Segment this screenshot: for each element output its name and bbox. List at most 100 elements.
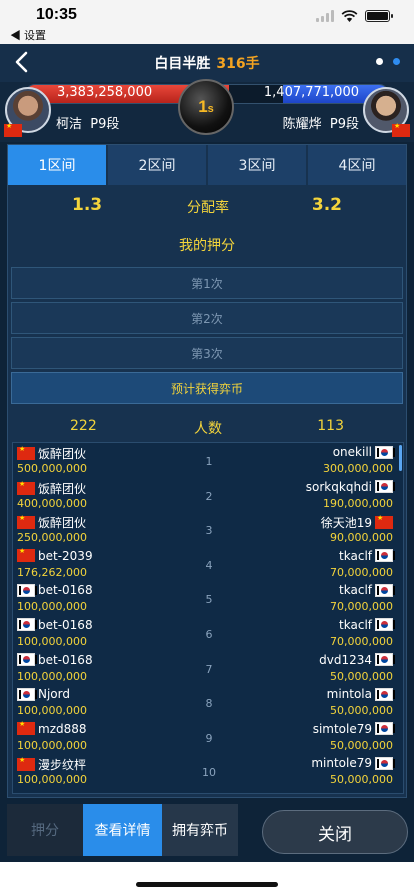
tab-range-3[interactable]: 3区间 xyxy=(208,145,306,185)
list-item: mzd888100,000,0009simtole7950,000,000 xyxy=(13,720,403,755)
right-count: 113 xyxy=(317,418,344,434)
list-item: 漫步纹枰100,000,00010mintole7950,000,000 xyxy=(13,754,403,789)
right-bettor-amount: 50,000,000 xyxy=(330,704,393,718)
left-player-rank: P9段 xyxy=(90,117,120,132)
signal-icon xyxy=(316,10,334,22)
right-bettor: mintola xyxy=(326,687,395,702)
right-bettor: tkaclf xyxy=(339,583,395,598)
bet-slot-1[interactable]: 第1次 xyxy=(11,267,403,299)
left-player-name-text: 柯洁 xyxy=(56,117,83,132)
list-item: bet-0168 100,000,000 5 tkaclf 70,000,000 xyxy=(13,581,403,616)
right-bettor: simtole79 xyxy=(312,721,395,736)
home-area xyxy=(0,862,414,896)
korea-flag-icon xyxy=(375,756,395,770)
page-dot-active[interactable] xyxy=(393,58,400,65)
bet-button[interactable]: 押分 xyxy=(7,804,83,856)
range-tabs: 1区间 2区间 3区间 4区间 xyxy=(8,145,406,185)
timer-value: 1 xyxy=(198,97,208,116)
right-bettor-name: dvd1234 xyxy=(319,652,372,667)
right-bettor: tkaclf xyxy=(339,548,395,563)
china-flag-icon xyxy=(375,514,393,530)
right-bettor-amount: 50,000,000 xyxy=(330,738,393,752)
right-bettor-amount: 50,000,000 xyxy=(330,773,393,787)
right-total-bet: 1,407,771,000 xyxy=(263,85,359,100)
right-bettor-amount: 50,000,000 xyxy=(330,669,393,683)
list-item: 饭醉团伙250,000,0003徐天池1990,000,000 xyxy=(13,512,403,547)
right-player-rank: P9段 xyxy=(329,117,359,132)
right-bettor: mintole79 xyxy=(311,756,395,771)
list-item: Njord 100,000,000 8 mintola 50,000,000 xyxy=(13,685,403,720)
right-rate: 3.2 xyxy=(311,195,342,215)
right-bettor-name: tkaclf xyxy=(339,548,372,563)
right-bettor-name: mintole79 xyxy=(311,756,372,771)
countdown-timer: 1s xyxy=(178,79,234,135)
page-indicator[interactable] xyxy=(376,58,400,65)
status-bar: 10:35 ◀ 设置 xyxy=(0,0,414,44)
distribution-rate-row: 1.3 分配率 3.2 xyxy=(8,185,406,225)
right-bettor-name: mintola xyxy=(326,687,372,702)
right-bettor-amount: 300,000,000 xyxy=(323,462,393,475)
right-player-name: 陈耀烨 P9段 xyxy=(283,113,359,132)
korea-flag-icon xyxy=(375,687,395,701)
korea-flag-icon xyxy=(375,583,395,597)
status-icons xyxy=(316,10,393,22)
right-bettor-amount: 70,000,000 xyxy=(330,565,393,579)
bet-slot-2[interactable]: 第2次 xyxy=(11,302,403,334)
right-bettor-name: 徐天池19 xyxy=(320,516,372,531)
korea-flag-icon xyxy=(375,549,395,563)
wifi-icon xyxy=(341,10,358,22)
right-bettor-name: tkaclf xyxy=(339,583,372,598)
player-count-row: 222 人数 113 xyxy=(8,408,406,444)
right-bettor: 徐天池19 xyxy=(321,514,393,531)
game-header: 白目半胜 316手 xyxy=(0,44,414,82)
right-bettor-name: simtole79 xyxy=(312,721,372,736)
korea-flag-icon xyxy=(375,480,395,494)
move-count: 316手 xyxy=(216,56,260,72)
close-button[interactable]: 关闭 xyxy=(262,810,408,854)
list-item: bet-0168 100,000,000 7 dvd1234 50,000,000 xyxy=(13,651,403,686)
bet-slot-3[interactable]: 第3次 xyxy=(11,337,403,369)
status-time: 10:35 xyxy=(36,6,77,23)
rate-label: 分配率 xyxy=(187,200,229,216)
game-result-title: 白目半胜 316手 xyxy=(0,53,414,73)
china-flag-icon xyxy=(4,122,22,137)
right-bettor: onekill xyxy=(332,445,395,459)
my-bet-title: 我的押分 xyxy=(179,238,235,254)
owned-coins-button[interactable]: 拥有弈币 xyxy=(162,804,238,856)
right-bettor-amount: 70,000,000 xyxy=(330,600,393,614)
timer-unit: s xyxy=(207,103,214,115)
list-item: 饭醉团伙500,000,0001onekill300,000,000 xyxy=(13,443,403,478)
bettors-list[interactable]: 饭醉团伙500,000,0001onekill300,000,000饭醉团伙40… xyxy=(12,442,404,794)
right-player-name-text: 陈耀烨 xyxy=(282,117,322,132)
china-flag-icon xyxy=(392,122,410,137)
bottom-bar: 押分 查看详情 拥有弈币 关闭 xyxy=(0,800,414,862)
right-bettor-name: sorkqkqhdi xyxy=(305,479,372,494)
right-bettor: tkaclf xyxy=(339,617,395,632)
betting-panel: 1区间 2区间 3区间 4区间 1.3 分配率 3.2 我的押分 第1次 第2次… xyxy=(7,144,407,798)
players-bar: 3,383,258,000 1,407,771,000 柯洁 P9段 陈耀烨 P… xyxy=(0,79,414,142)
back-to-settings-link[interactable]: ◀ 设置 xyxy=(10,27,46,43)
korea-flag-icon xyxy=(375,445,395,459)
tab-range-1[interactable]: 1区间 xyxy=(8,145,106,185)
list-item: 饭醉团伙400,000,0002sorkqkqhdi190,000,000 xyxy=(13,478,403,513)
right-bettor: sorkqkqhdi xyxy=(305,479,395,494)
right-bettor-amount: 190,000,000 xyxy=(323,496,393,510)
list-item: bet-2039176,262,0004tkaclf70,000,000 xyxy=(13,547,403,582)
estimated-coins-button[interactable]: 预计获得弈币 xyxy=(11,372,403,404)
tab-range-2[interactable]: 2区间 xyxy=(108,145,206,185)
korea-flag-icon xyxy=(375,653,395,667)
count-label: 人数 xyxy=(194,421,222,437)
home-indicator[interactable] xyxy=(136,882,278,887)
right-bettor-amount: 90,000,000 xyxy=(330,531,393,545)
page-dot[interactable] xyxy=(376,58,383,65)
tab-range-4[interactable]: 4区间 xyxy=(308,145,406,185)
result-label: 白目半胜 xyxy=(154,56,211,72)
right-bettor-amount: 70,000,000 xyxy=(330,634,393,648)
battery-icon xyxy=(365,10,393,22)
right-bettor-name: tkaclf xyxy=(339,617,372,632)
korea-flag-icon xyxy=(375,618,395,632)
view-details-button[interactable]: 查看详情 xyxy=(83,804,162,856)
right-bettor: dvd1234 xyxy=(319,652,395,667)
right-bettor-name: onekill xyxy=(332,445,372,459)
left-player-name: 柯洁 P9段 xyxy=(56,113,119,132)
